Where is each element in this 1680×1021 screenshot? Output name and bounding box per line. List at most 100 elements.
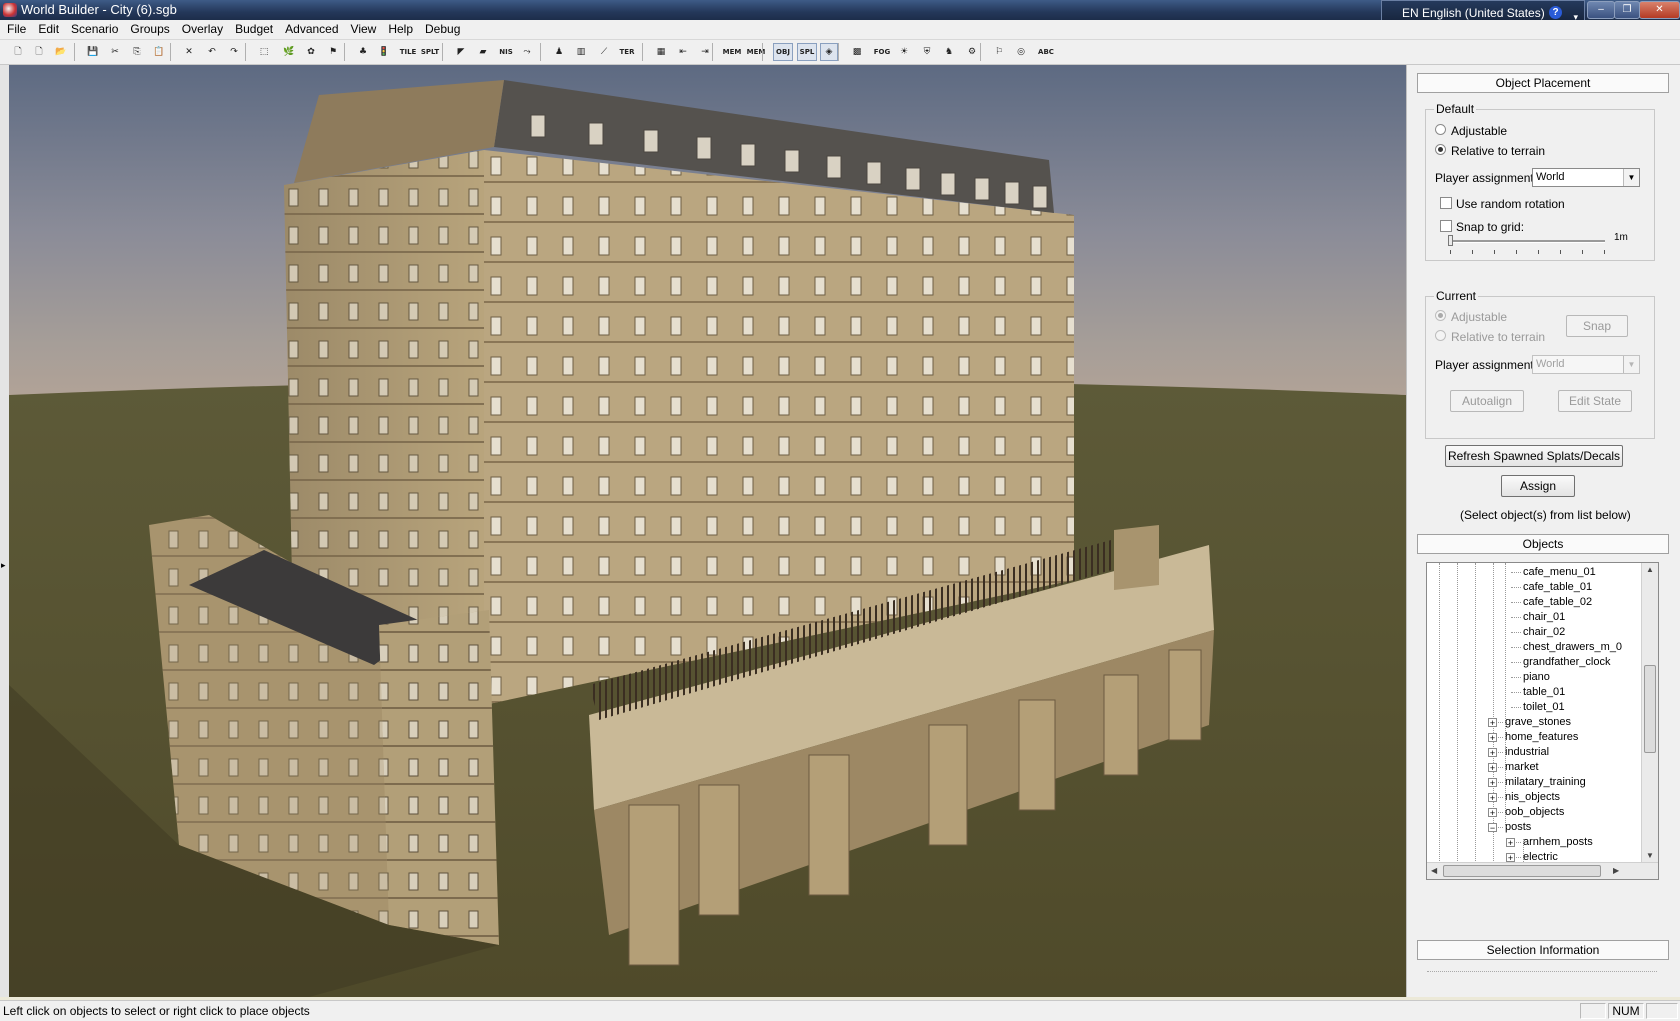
menu-budget[interactable]: Budget [229, 20, 279, 39]
undo-icon[interactable]: ↶ [203, 43, 221, 61]
tree-node[interactable]: cafe_menu_01 [1427, 565, 1641, 580]
menu-scenario[interactable]: Scenario [65, 20, 124, 39]
scroll-down-icon[interactable]: ▼ [1646, 851, 1654, 860]
tree-tool-icon[interactable]: 🌿 [280, 43, 298, 61]
grid-icon[interactable]: ▦ [652, 43, 670, 61]
nis-icon[interactable]: NIS [496, 43, 516, 61]
current-adjustable-radio[interactable] [1435, 310, 1446, 321]
scroll-thumb[interactable] [1443, 865, 1601, 877]
ramp-icon[interactable]: ⟋ [595, 43, 613, 61]
3d-viewport[interactable] [9, 65, 1406, 997]
menu-help[interactable]: Help [382, 20, 419, 39]
tree-node[interactable]: − posts [1427, 820, 1641, 835]
menu-overlay[interactable]: Overlay [176, 20, 229, 39]
autoalign-button[interactable]: Autoalign [1450, 390, 1524, 412]
expand-node-icon[interactable]: + [1488, 748, 1497, 758]
chevron-down-icon[interactable]: ▼ [1623, 169, 1639, 186]
tree-node[interactable]: chest_drawers_m_0 [1427, 640, 1641, 655]
default-player-assignment-select[interactable]: World ▼ [1532, 168, 1640, 187]
snap-to-grid-checkbox[interactable] [1440, 220, 1452, 232]
random-rotation-checkbox[interactable] [1440, 197, 1452, 209]
expand-node-icon[interactable]: + [1488, 778, 1497, 788]
expand-node-icon[interactable]: + [1488, 733, 1497, 743]
height-icon[interactable]: ▥ [572, 43, 590, 61]
expand-node-icon[interactable]: + [1488, 808, 1497, 818]
expand-node-icon[interactable]: + [1488, 793, 1497, 803]
tree-node[interactable]: table_01 [1427, 685, 1641, 700]
mem-icon[interactable]: MEM [746, 43, 766, 61]
tree-node[interactable]: + oob_objects [1427, 805, 1641, 820]
default-relative-radio[interactable] [1435, 144, 1446, 155]
help-icon[interactable]: ? [1549, 6, 1562, 19]
menu-view[interactable]: View [345, 20, 383, 39]
checker-icon[interactable]: ▩ [848, 43, 866, 61]
current-player-assignment-select[interactable]: World ▼ [1532, 355, 1640, 374]
spl-icon[interactable]: SPL [797, 43, 817, 61]
tree-node[interactable]: grandfather_clock [1427, 655, 1641, 670]
minimize-icon[interactable]: – [1587, 1, 1615, 19]
tile-icon[interactable]: TILE [398, 43, 418, 61]
tree-node[interactable]: + grave_stones [1427, 715, 1641, 730]
sun-icon[interactable]: ☀ [895, 43, 913, 61]
scroll-thumb[interactable] [1644, 665, 1656, 753]
marker-icon[interactable]: ⇤ [674, 43, 692, 61]
menu-debug[interactable]: Debug [419, 20, 466, 39]
place-object-icon[interactable]: ♣ [354, 43, 372, 61]
settings-icon[interactable]: ⚙ [963, 43, 981, 61]
pennant-icon[interactable]: ⚐ [990, 43, 1008, 61]
tree-horizontal-scrollbar[interactable]: ◀ ▶ [1427, 862, 1658, 879]
light-icon[interactable]: 🚦 [375, 43, 393, 61]
maximize-icon[interactable]: ❐ [1614, 1, 1640, 19]
new-file-icon[interactable]: 🗋 [9, 43, 27, 61]
tree-node[interactable]: chair_02 [1427, 625, 1641, 640]
assign-button[interactable]: Assign [1501, 475, 1575, 497]
copy-icon[interactable]: ⎘ [128, 43, 146, 61]
menu-groups[interactable]: Groups [124, 20, 175, 39]
tree-node[interactable]: + home_features [1427, 730, 1641, 745]
open-icon[interactable]: 📂 [52, 43, 70, 61]
road-icon[interactable]: ◤ [452, 43, 470, 61]
mem-disp-icon[interactable]: MEM [722, 43, 742, 61]
expand-node-icon[interactable]: + [1488, 718, 1497, 728]
team-icon[interactable]: ♞ [940, 43, 958, 61]
tree-node[interactable]: + industrial [1427, 745, 1641, 760]
tree-node[interactable]: chair_01 [1427, 610, 1641, 625]
tree-node[interactable]: cafe_table_02 [1427, 595, 1641, 610]
collapse-node-icon[interactable]: − [1488, 823, 1497, 833]
menu-file[interactable]: File [0, 20, 32, 39]
layer-icon[interactable]: ◈ [820, 43, 838, 61]
paste-icon[interactable]: 📋 [150, 43, 168, 61]
paint-tool-icon[interactable]: ✿ [302, 43, 320, 61]
save-icon[interactable]: 💾 [84, 43, 102, 61]
water-icon[interactable]: ▰ [474, 43, 492, 61]
ter-icon[interactable]: TER [617, 43, 637, 61]
fog-icon[interactable]: FOG [872, 43, 892, 61]
refresh-splats-button[interactable]: Refresh Spawned Splats/Decals [1445, 445, 1623, 467]
scroll-right-icon[interactable]: ▶ [1613, 866, 1619, 875]
split-icon[interactable]: SPLT [420, 43, 440, 61]
objects-tree[interactable]: cafe_menu_01 cafe_table_01 cafe_table_02 ch… [1426, 562, 1659, 880]
expand-node-icon[interactable]: + [1506, 853, 1515, 863]
snap-slider-track[interactable] [1450, 240, 1605, 243]
current-relative-radio[interactable] [1435, 330, 1446, 341]
menu-advanced[interactable]: Advanced [279, 20, 344, 39]
abc-icon[interactable]: ABC [1036, 43, 1056, 61]
expand-arrow-icon[interactable]: ▸ [1, 560, 6, 571]
cut-icon[interactable]: ✂ [106, 43, 124, 61]
expand-node-icon[interactable]: + [1488, 763, 1497, 773]
shield-icon[interactable]: ⛨ [918, 43, 936, 61]
redo-icon[interactable]: ↷ [225, 43, 243, 61]
tree-node[interactable]: + arnhem_posts [1427, 835, 1641, 850]
expand-node-icon[interactable]: + [1506, 838, 1515, 848]
chevron-down-icon[interactable]: ▼ [1623, 356, 1639, 373]
close-icon[interactable]: ✕ [1639, 1, 1680, 19]
new-doc-icon[interactable]: 🗋 [30, 43, 48, 61]
path-icon[interactable]: ⤳ [518, 43, 536, 61]
unit-icon[interactable]: ♟ [550, 43, 568, 61]
tree-node[interactable]: toilet_01 [1427, 700, 1641, 715]
target-icon[interactable]: ◎ [1012, 43, 1030, 61]
edit-state-button[interactable]: Edit State [1558, 390, 1632, 412]
default-adjustable-radio[interactable] [1435, 124, 1446, 135]
tree-node[interactable]: + market [1427, 760, 1641, 775]
menu-edit[interactable]: Edit [32, 20, 65, 39]
